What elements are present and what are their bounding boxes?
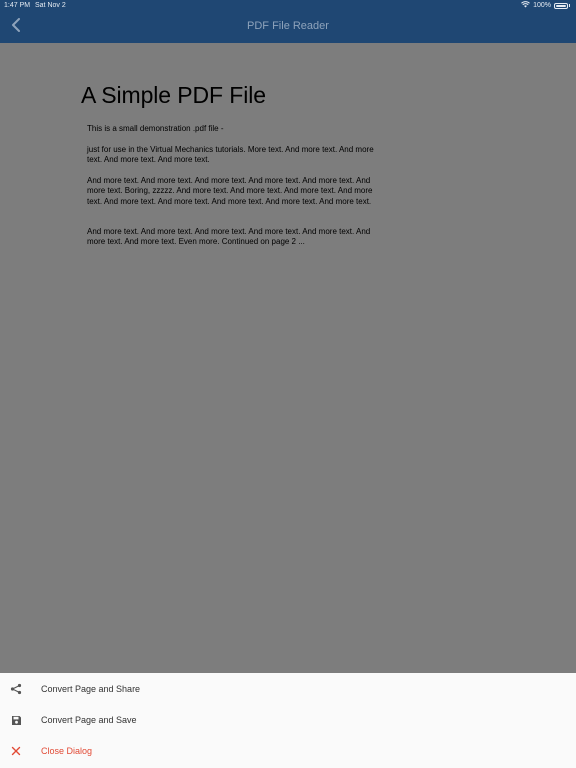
convert-save-button[interactable]: Convert Page and Save — [0, 705, 576, 736]
status-indicators: 100% — [521, 1, 570, 10]
close-icon — [10, 745, 22, 757]
pdf-viewer[interactable]: A Simple PDF File This is a small demons… — [0, 43, 576, 673]
share-icon — [10, 683, 22, 695]
document-title: A Simple PDF File — [81, 82, 266, 108]
document-paragraph: And more text. And more text. And more t… — [87, 227, 371, 247]
battery-tip — [569, 4, 570, 7]
pdf-page: A Simple PDF File This is a small demons… — [0, 43, 576, 673]
battery-icon — [554, 2, 568, 9]
convert-share-button[interactable]: Convert Page and Share — [0, 674, 576, 705]
top-bar: 1:47 PM Sat Nov 2 100% PDF File Reader — [0, 0, 576, 43]
navigation-bar: PDF File Reader — [0, 12, 576, 43]
wifi-icon — [521, 1, 530, 10]
close-dialog-button[interactable]: Close Dialog — [0, 736, 576, 767]
sheet-item-label: Convert Page and Share — [41, 684, 141, 694]
sheet-item-label: Close Dialog — [41, 746, 93, 756]
document-paragraph: This is a small demonstration .pdf file … — [87, 124, 224, 133]
status-date: Sat Nov 2 — [35, 2, 66, 9]
sheet-item-label: Convert Page and Save — [41, 715, 137, 725]
battery-percent: 100% — [533, 2, 551, 9]
save-icon — [10, 714, 22, 726]
document-paragraph: And more text. And more text. And more t… — [87, 176, 373, 206]
status-time: 1:47 PM — [4, 2, 31, 9]
status-bar: 1:47 PM Sat Nov 2 100% — [0, 0, 576, 12]
page-title: PDF File Reader — [247, 20, 329, 32]
document-paragraph: just for use in the Virtual Mechanics tu… — [87, 145, 374, 165]
action-sheet: Convert Page and Share Convert Page and … — [0, 673, 576, 768]
